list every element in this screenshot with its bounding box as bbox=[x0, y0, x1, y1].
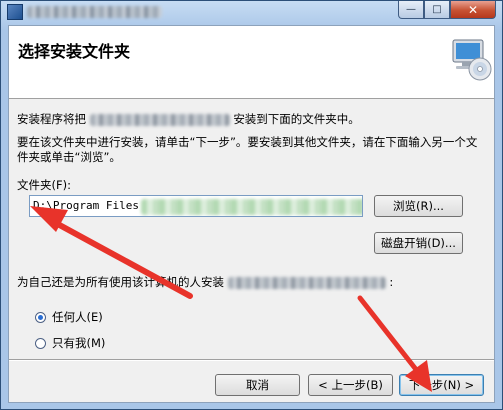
radio-everyone[interactable]: 任何人(E) bbox=[35, 309, 103, 325]
back-button[interactable]: < 上一步(B) bbox=[308, 374, 393, 396]
intro-text: 安装程序将把 安装到下面的文件夹中。 bbox=[17, 112, 360, 127]
maximize-button[interactable]: □ bbox=[424, 1, 450, 19]
folder-path-input[interactable]: D:\Program Files bbox=[29, 195, 363, 217]
browse-button[interactable]: 浏览(R)... bbox=[374, 195, 463, 217]
next-button[interactable]: 下一步(N) > bbox=[399, 374, 484, 396]
folder-path-value: D:\Program Files bbox=[33, 199, 139, 212]
radio-just-me[interactable]: 只有我(M) bbox=[35, 335, 105, 351]
dialog-client-area: 选择安装文件夹 安装程序将把 安装到下面的文件夹中。 要在该文件夹中进行安装，请… bbox=[8, 25, 495, 403]
footer-divider bbox=[9, 359, 494, 361]
window-title-redacted bbox=[27, 6, 162, 18]
installer-app-icon bbox=[7, 4, 23, 20]
close-icon: ✕ bbox=[467, 2, 479, 17]
intro-prefix: 安装程序将把 bbox=[17, 112, 86, 126]
radio-just-me-indicator[interactable] bbox=[35, 337, 46, 349]
install-for-text: 为自己还是为所有使用该计算机的人安装 : bbox=[17, 275, 393, 290]
disk-cost-button[interactable]: 磁盘开销(D)... bbox=[374, 232, 463, 254]
minimize-button[interactable]: — bbox=[398, 1, 424, 19]
close-button[interactable]: ✕ bbox=[450, 1, 496, 19]
folder-label: 文件夹(F): bbox=[17, 178, 71, 192]
radio-everyone-label: 任何人(E) bbox=[52, 310, 103, 324]
install-product-redacted bbox=[227, 276, 386, 289]
radio-just-me-label: 只有我(M) bbox=[52, 336, 106, 350]
instructions-text: 要在该文件夹中进行安装，请单击“下一步”。要安装到其他文件夹，请在下面输入另一个… bbox=[17, 135, 478, 164]
cancel-button[interactable]: 取消 bbox=[215, 374, 300, 396]
page-title: 选择安装文件夹 bbox=[18, 42, 131, 61]
install-for-suffix: : bbox=[389, 275, 394, 289]
product-name-redacted bbox=[89, 113, 230, 126]
minimize-icon: — bbox=[406, 4, 416, 15]
title-bar[interactable]: — □ ✕ bbox=[1, 1, 502, 23]
installer-window: — □ ✕ 选择安装文件夹 安装程序将把 安装到下面的文件夹中。 要在该文件夹中… bbox=[0, 0, 503, 410]
maximize-icon: □ bbox=[432, 4, 442, 15]
computer-disc-icon bbox=[452, 39, 492, 81]
folder-path-redacted bbox=[140, 199, 362, 215]
header-banner: 选择安装文件夹 bbox=[9, 26, 494, 99]
intro-suffix: 安装到下面的文件夹中。 bbox=[233, 112, 360, 126]
radio-everyone-indicator[interactable] bbox=[35, 311, 46, 323]
install-for-prefix: 为自己还是为所有使用该计算机的人安装 bbox=[17, 275, 224, 289]
